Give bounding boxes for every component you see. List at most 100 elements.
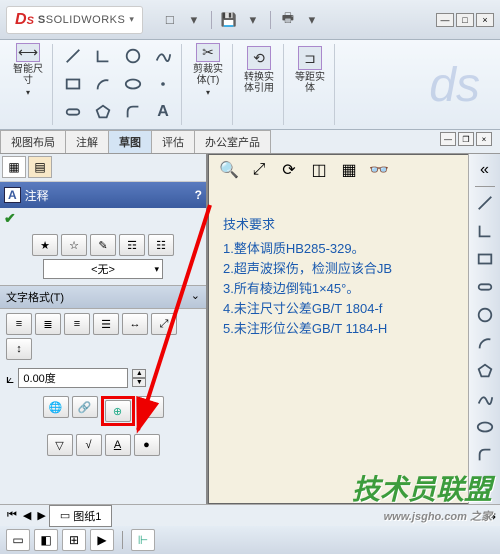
polygon-tool[interactable] (89, 100, 117, 124)
3dview-tab[interactable]: ◧ (34, 529, 58, 551)
corner-tool[interactable] (89, 44, 117, 68)
measure-tab[interactable]: ⊩ (131, 529, 155, 551)
tab-evaluate[interactable]: 评估 (151, 130, 195, 153)
sheet-nav-next[interactable]: ▶ (34, 509, 48, 522)
rectangle-tool-r[interactable] (472, 247, 498, 271)
spline-tool-r[interactable] (472, 387, 498, 411)
save-dropdown-icon[interactable]: ▾ (244, 11, 262, 29)
ellipse-tool-r[interactable] (472, 415, 498, 439)
chamfer-tool-r[interactable] (472, 471, 498, 495)
separator (475, 186, 495, 187)
arc-tool[interactable] (89, 72, 117, 96)
sheet-tab-1[interactable]: ▭ 图纸1 (49, 505, 113, 527)
anim-tab[interactable]: ▶ (90, 529, 114, 551)
close-button[interactable]: × (476, 13, 494, 27)
line-tool[interactable] (59, 44, 87, 68)
note-line-2: 2.超声波探伤，检测应该合JB (223, 259, 392, 279)
tab-sketch[interactable]: 草图 (108, 130, 152, 153)
status-bar: ▭ ◧ ⊞ ▶ ⊩ (0, 526, 500, 554)
angle-0[interactable]: ↔ (122, 313, 148, 335)
tab-annotation[interactable]: 注解 (65, 130, 109, 153)
zoom-area-icon[interactable]: ⤢ (247, 159, 271, 181)
align-right[interactable]: ≡ (64, 313, 90, 335)
ellipse-tool[interactable] (119, 72, 147, 96)
chevron-down-icon[interactable]: ▾ (129, 14, 134, 25)
align-left[interactable]: ≡ (6, 313, 32, 335)
technical-notes-block[interactable]: 技术要求 1.整体调质HB285-329。 2.超声波探伤，检测应该合JB 3.… (223, 215, 392, 339)
spin-up[interactable]: ▲ (132, 369, 146, 378)
model-tab[interactable]: ▭ (6, 529, 30, 551)
style-save[interactable]: ☷ (148, 234, 174, 256)
style-load[interactable]: ☶ (119, 234, 145, 256)
hide-show-icon[interactable]: 👓 (367, 159, 391, 181)
line-tool-r[interactable] (472, 191, 498, 215)
angle-v[interactable]: ↕ (6, 338, 32, 360)
insert-link-note[interactable]: 🔗 (72, 396, 98, 418)
minimize-button[interactable]: — (436, 13, 454, 27)
point-tool[interactable] (149, 72, 177, 96)
print-icon[interactable]: 🖶 (279, 11, 297, 29)
help-icon[interactable]: ? (195, 188, 202, 202)
highlight-box: ⊕ (101, 396, 135, 426)
sheet-nav-first[interactable]: ⏮ (4, 509, 20, 522)
text-format-header[interactable]: 文字格式(T) (0, 285, 206, 309)
sheet-nav-prev[interactable]: ◀ (20, 509, 34, 522)
arc-tool-r[interactable] (472, 331, 498, 355)
fillet-tool[interactable] (119, 100, 147, 124)
ribbon-group-dimension: ⟷ 智能尺 寸 ▾ (4, 44, 53, 125)
fillet-tool-r[interactable] (472, 443, 498, 467)
spin-down[interactable]: ▼ (132, 378, 146, 387)
trim-entities-button[interactable]: ✂ 剪裁实 体(T) ▾ (188, 44, 228, 96)
rectangle-tool[interactable] (59, 72, 87, 96)
style-fav1[interactable]: ★ (32, 234, 58, 256)
text-tool[interactable]: A (149, 100, 177, 124)
align-justify[interactable]: ☰ (93, 313, 119, 335)
print-dropdown-icon[interactable]: ▾ (303, 11, 321, 29)
new-icon[interactable]: □ (161, 11, 179, 29)
sheet-scroll-icon[interactable]: ⇆ (487, 509, 496, 522)
zoom-fit-icon[interactable]: 🔍 (217, 159, 241, 181)
property-manager: ▦ ▤ A 注释 ? ✔ ★ ☆ ✎ ☶ ☷ <无> 文字格式(T) ≡ ≣ ≡… (0, 154, 208, 504)
tab-view-layout[interactable]: 视图布局 (0, 130, 66, 153)
mdi-close[interactable]: × (476, 132, 492, 146)
rotate-icon[interactable]: ⟳ (277, 159, 301, 181)
save-icon[interactable]: 💾 (220, 11, 238, 29)
insert-surface[interactable]: ▽ (47, 434, 73, 456)
section-icon[interactable]: ▦ (337, 159, 361, 181)
graphics-viewport[interactable]: 🔍 ⤢ ⟳ ◫ ▦ 👓 技术要求 1.整体调质HB285-329。 2.超声波探… (208, 154, 500, 504)
corner-tool-r[interactable] (472, 219, 498, 243)
property-manager-tab[interactable]: ▤ (28, 156, 52, 178)
maximize-button[interactable]: □ (456, 13, 474, 27)
align-center[interactable]: ≣ (35, 313, 61, 335)
insert-datum[interactable]: √ (76, 434, 102, 456)
motion-tab[interactable]: ⊞ (62, 529, 86, 551)
angle-30[interactable]: ⤢ (151, 313, 177, 335)
insert-gtol[interactable]: ⊗ (138, 396, 164, 418)
slot-tool[interactable] (59, 100, 87, 124)
insert-symbol[interactable]: ● (134, 434, 160, 456)
smart-dimension-button[interactable]: ⟷ 智能尺 寸 ▾ (8, 44, 48, 96)
open-icon[interactable]: ▾ (185, 11, 203, 29)
convert-entities-button[interactable]: ⟲ 转换实 体引用 (239, 44, 279, 96)
mdi-restore[interactable]: ❐ (458, 132, 474, 146)
circle-tool[interactable] (119, 44, 147, 68)
alignment-buttons: ≡ ≣ ≡ ☰ ↔ ⤢ ↕ (0, 309, 206, 364)
insert-balloon[interactable]: A (105, 434, 131, 456)
style-combo[interactable]: <无> (43, 259, 163, 279)
offset-entities-button[interactable]: ⊐ 等距实 体 (290, 44, 330, 96)
insert-hyperlink[interactable]: 🌐 (43, 396, 69, 418)
style-add[interactable]: ✎ (90, 234, 116, 256)
expand-icon[interactable]: « (472, 158, 498, 182)
angle-input[interactable]: 0.00度 (18, 368, 128, 388)
insert-variable-button[interactable]: ⊕ (105, 400, 131, 422)
style-fav2[interactable]: ☆ (61, 234, 87, 256)
display-style-icon[interactable]: ◫ (307, 159, 331, 181)
circle-tool-r[interactable] (472, 303, 498, 327)
polygon-tool-r[interactable] (472, 359, 498, 383)
slot-tool-r[interactable] (472, 275, 498, 299)
tab-office[interactable]: 办公室产品 (194, 130, 271, 153)
spline-tool[interactable] (149, 44, 177, 68)
mdi-minimize[interactable]: — (440, 132, 456, 146)
ok-check-icon[interactable]: ✔ (4, 210, 16, 226)
feature-manager-tab[interactable]: ▦ (2, 156, 26, 178)
